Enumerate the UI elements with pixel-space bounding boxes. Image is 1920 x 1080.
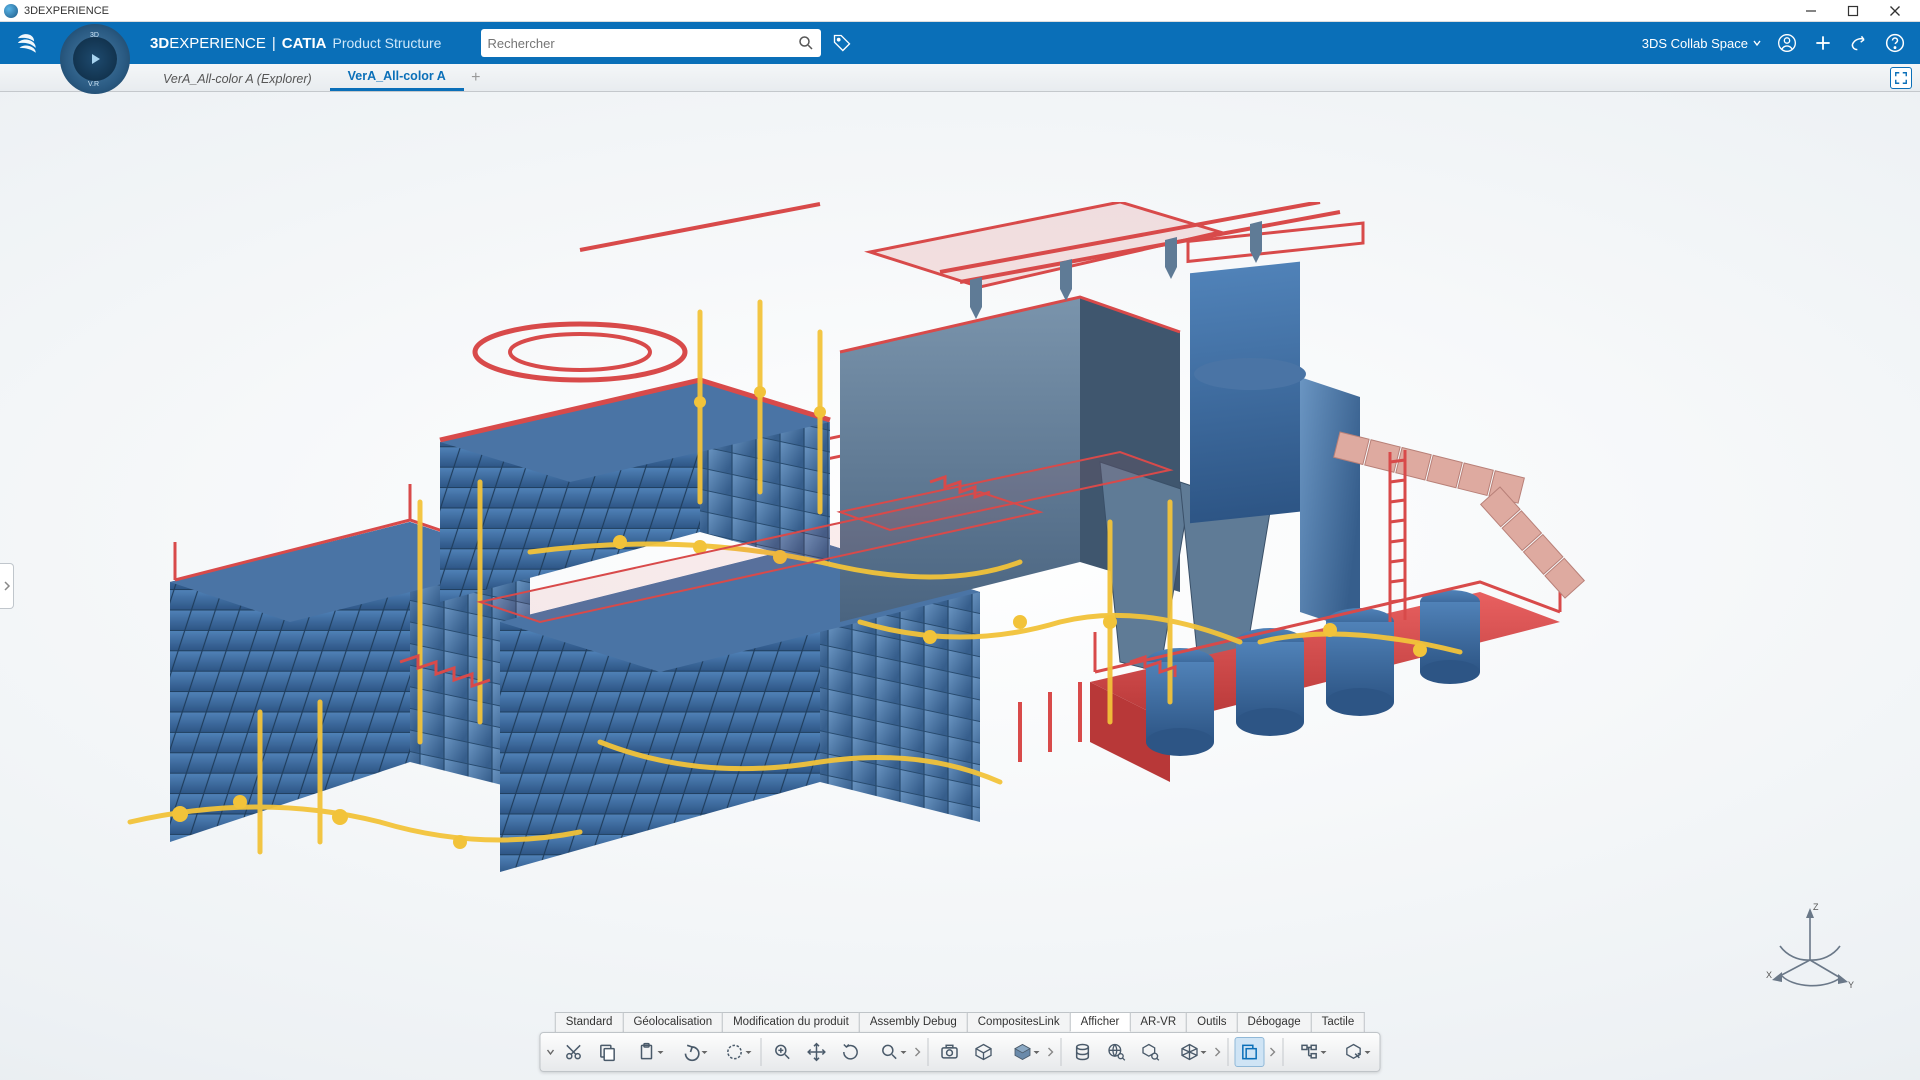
toolbar-tabstrip: Standard Géolocalisation Modification du… — [555, 1012, 1365, 1032]
capture-button[interactable] — [935, 1037, 965, 1067]
select-cube-button[interactable] — [1334, 1037, 1374, 1067]
globe-search-button[interactable] — [1102, 1037, 1132, 1067]
wireframe-cube-button[interactable] — [969, 1037, 999, 1067]
chevron-down-icon — [1752, 38, 1762, 48]
toolbar-scroll-right-4[interactable] — [1267, 1047, 1279, 1057]
tab-explorer[interactable]: VerA_All-color A (Explorer) — [145, 66, 330, 91]
btab-tactile[interactable]: Tactile — [1311, 1012, 1366, 1032]
copy-button[interactable] — [593, 1037, 623, 1067]
help-icon[interactable] — [1884, 32, 1906, 54]
add-icon[interactable] — [1812, 32, 1834, 54]
btab-geoloc[interactable]: Géolocalisation — [622, 1012, 723, 1032]
isometric-view-button[interactable] — [1170, 1037, 1210, 1067]
compass-bottom-label: V.R — [88, 81, 99, 88]
header-title: 3DEXPERIENCE | CATIA Product Structure — [150, 35, 441, 52]
tree-view-button[interactable] — [1290, 1037, 1330, 1067]
window-title: 3DEXPERIENCE — [24, 5, 109, 17]
btab-afficher[interactable]: Afficher — [1070, 1012, 1131, 1032]
btab-arvr[interactable]: AR-VR — [1129, 1012, 1187, 1032]
compass-button[interactable]: 3D V.R — [60, 24, 130, 94]
app-header: 3D V.R 3DEXPERIENCE | CATIA Product Stru… — [0, 22, 1920, 64]
window-maximize-button[interactable] — [1832, 0, 1874, 22]
search-icon[interactable] — [797, 34, 815, 52]
fullscreen-toggle-button[interactable] — [1890, 67, 1912, 89]
toolbar-menu-button[interactable] — [545, 1037, 557, 1067]
toolbar-scroll-right-2[interactable] — [1045, 1047, 1057, 1057]
tree-expand-handle[interactable] — [0, 563, 14, 609]
section-view-button[interactable] — [1235, 1037, 1265, 1067]
btab-modif[interactable]: Modification du produit — [722, 1012, 860, 1032]
collab-space-selector[interactable]: 3DS Collab Space — [1642, 36, 1762, 51]
tab-model[interactable]: VerA_All-color A — [330, 63, 464, 91]
search-box[interactable] — [481, 29, 821, 57]
cut-button[interactable] — [559, 1037, 589, 1067]
main-toolbar — [540, 1032, 1381, 1072]
toolbar-scroll-right-3[interactable] — [1212, 1047, 1224, 1057]
undo-button[interactable] — [671, 1037, 711, 1067]
model-render — [60, 202, 1890, 962]
refresh-button[interactable] — [715, 1037, 755, 1067]
cube-search-button[interactable] — [1136, 1037, 1166, 1067]
user-profile-icon[interactable] — [1776, 32, 1798, 54]
compass-top-label: 3D — [90, 32, 99, 39]
zoom-button[interactable] — [870, 1037, 910, 1067]
rotate-button[interactable] — [836, 1037, 866, 1067]
paste-button[interactable] — [627, 1037, 667, 1067]
btab-composites[interactable]: CompositesLink — [967, 1012, 1071, 1032]
share-icon[interactable] — [1848, 32, 1870, 54]
viewport-3d[interactable]: Z X Y Standard Géolocalisation Modificat… — [0, 92, 1920, 1080]
btab-debogage[interactable]: Débogage — [1237, 1012, 1312, 1032]
ds-logo-icon[interactable] — [12, 29, 40, 57]
document-tabstrip: VerA_All-color A (Explorer) VerA_All-col… — [0, 64, 1920, 92]
window-close-button[interactable] — [1874, 0, 1916, 22]
svg-text:X: X — [1766, 970, 1772, 980]
btab-outils[interactable]: Outils — [1186, 1012, 1237, 1032]
btab-asmdebug[interactable]: Assembly Debug — [859, 1012, 968, 1032]
axis-triad[interactable]: Z X Y — [1760, 900, 1860, 1000]
tab-add-button[interactable]: + — [464, 69, 488, 91]
zoom-fit-button[interactable] — [768, 1037, 798, 1067]
search-input[interactable] — [487, 36, 797, 51]
window-titlebar: 3DEXPERIENCE — [0, 0, 1920, 22]
window-minimize-button[interactable] — [1790, 0, 1832, 22]
database-button[interactable] — [1068, 1037, 1098, 1067]
pan-button[interactable] — [802, 1037, 832, 1067]
svg-text:Z: Z — [1813, 902, 1819, 912]
render-mode-button[interactable] — [1003, 1037, 1043, 1067]
svg-text:Y: Y — [1848, 980, 1854, 990]
toolbar-scroll-right-1[interactable] — [912, 1047, 924, 1057]
tag-icon[interactable] — [831, 32, 853, 54]
app-icon — [4, 4, 18, 18]
btab-standard[interactable]: Standard — [555, 1012, 624, 1032]
